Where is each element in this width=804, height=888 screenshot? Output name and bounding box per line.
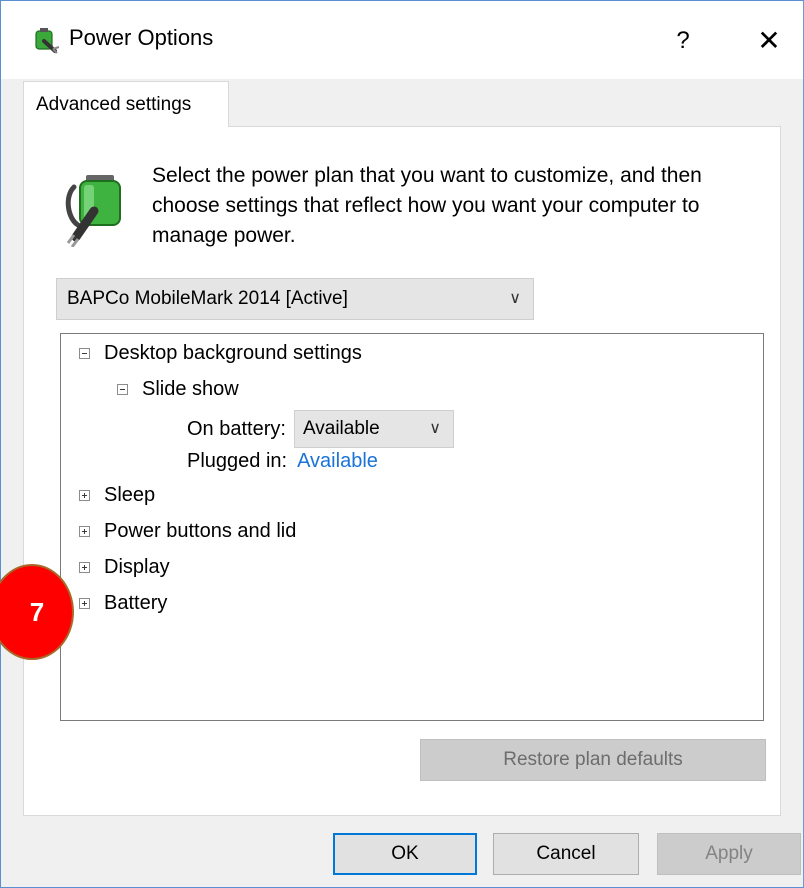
tree-item-label: Battery — [104, 592, 168, 614]
tree-item-battery[interactable]: Battery — [79, 592, 167, 615]
advanced-settings-panel: Select the power plan that you want to c… — [23, 126, 781, 816]
settings-tree[interactable]: Desktop background settings Slide show O… — [60, 333, 764, 721]
tree-item-sleep[interactable]: Sleep — [79, 484, 155, 507]
chevron-down-icon: ∨ — [429, 420, 441, 437]
tree-item-label: Slide show — [142, 378, 239, 400]
tree-item-slide-show[interactable]: Slide show — [117, 378, 239, 401]
tree-item-label: Display — [104, 556, 170, 578]
power-plan-dropdown[interactable]: BAPCo MobileMark 2014 [Active] ∨ — [56, 278, 534, 320]
expand-icon[interactable] — [79, 562, 90, 573]
on-battery-dropdown[interactable]: Available ∨ — [293, 410, 454, 448]
tab-advanced-settings[interactable]: Advanced settings — [23, 81, 229, 127]
tree-item-label: Power buttons and lid — [104, 520, 297, 542]
description-text: Select the power plan that you want to c… — [152, 164, 702, 247]
close-button[interactable]: ✕ — [749, 21, 789, 61]
power-plan-value: BAPCo MobileMark 2014 [Active] — [67, 288, 348, 309]
on-battery-label: On battery: — [187, 417, 286, 440]
power-options-dialog: Power Options ? ✕ Advanced settings Sele… — [0, 0, 804, 888]
collapse-icon[interactable] — [79, 348, 90, 359]
expand-icon[interactable] — [79, 490, 90, 501]
expand-icon[interactable] — [79, 598, 90, 609]
expand-icon[interactable] — [79, 526, 90, 537]
restore-button-label: Restore plan defaults — [503, 749, 683, 770]
collapse-icon[interactable] — [117, 384, 128, 395]
battery-plug-icon — [65, 175, 121, 247]
plugged-in-value-link[interactable]: Available — [297, 450, 378, 473]
tree-item-desktop-background[interactable]: Desktop background settings — [79, 342, 362, 365]
title-bar: Power Options ? ✕ — [1, 1, 803, 79]
tree-item-label: Sleep — [104, 484, 156, 506]
step-number: 7 — [29, 596, 45, 627]
apply-button[interactable]: Apply — [657, 833, 801, 875]
on-battery-value: Available — [302, 418, 380, 439]
cancel-button[interactable]: Cancel — [493, 833, 639, 875]
tree-item-power-buttons[interactable]: Power buttons and lid — [79, 520, 296, 543]
plugged-in-label: Plugged in: — [187, 450, 288, 472]
window-title: Power Options — [69, 25, 214, 50]
chevron-down-icon: ∨ — [509, 290, 521, 307]
restore-plan-defaults-button[interactable]: Restore plan defaults — [420, 739, 766, 781]
setting-on-battery: On battery: Available ∨ — [187, 410, 454, 448]
ok-button[interactable]: OK — [333, 833, 477, 875]
tree-item-display[interactable]: Display — [79, 556, 170, 579]
tree-item-label: Desktop background settings — [104, 342, 362, 364]
power-options-icon — [35, 28, 60, 54]
setting-plugged-in: Plugged in: Available — [187, 450, 378, 473]
help-button[interactable]: ? — [663, 21, 703, 61]
